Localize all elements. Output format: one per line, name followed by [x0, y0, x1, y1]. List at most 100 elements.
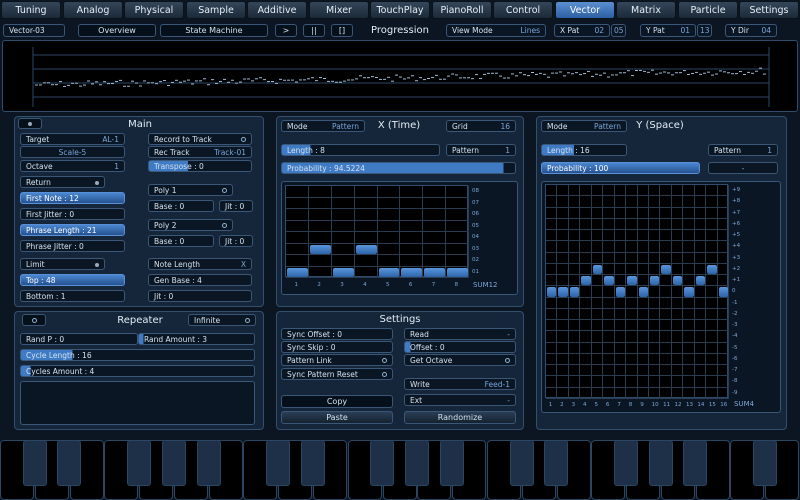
x-grid-cell[interactable] — [377, 220, 401, 232]
y-grid-cell[interactable] — [580, 320, 592, 332]
y-grid-cell[interactable] — [603, 241, 615, 253]
y-step[interactable] — [581, 276, 591, 286]
view-mode-select[interactable]: View Mode Lines — [446, 24, 546, 37]
x-grid-cell[interactable] — [286, 232, 309, 244]
x-grid-cell[interactable] — [446, 186, 469, 198]
y-grid-cell[interactable] — [683, 342, 695, 354]
x-step[interactable] — [378, 267, 400, 277]
y-grid-cell[interactable] — [694, 185, 707, 197]
black-key[interactable] — [614, 440, 638, 486]
y-grid-cell[interactable] — [660, 218, 672, 231]
y-grid-cell[interactable] — [683, 320, 695, 332]
y-grid-cell[interactable] — [580, 241, 592, 253]
y-grid-cell[interactable] — [660, 365, 672, 377]
y-grid-cell[interactable] — [580, 365, 592, 377]
y-grid-cell[interactable] — [683, 365, 695, 377]
y-probability-slider[interactable]: Probability : 100 — [541, 162, 700, 174]
black-key[interactable] — [370, 440, 394, 486]
y-grid-cell[interactable] — [546, 230, 558, 242]
x-step[interactable] — [355, 244, 377, 254]
y-grid-cell[interactable] — [626, 196, 638, 208]
y-grid-cell[interactable] — [603, 320, 615, 332]
tab-mixer[interactable]: Mixer — [309, 1, 369, 19]
y-grid-cell[interactable] — [660, 230, 672, 242]
y-grid-cell[interactable] — [546, 387, 558, 399]
black-key[interactable] — [23, 440, 47, 486]
y-grid-cell[interactable] — [694, 353, 707, 366]
y-grid-cell[interactable] — [557, 297, 569, 309]
x-grid-cell[interactable] — [423, 232, 447, 244]
y-grid-cell[interactable] — [568, 308, 581, 321]
y-grid-cell[interactable] — [614, 342, 627, 354]
y-grid-cell[interactable] — [671, 376, 684, 388]
y-grid-cell[interactable] — [546, 218, 558, 231]
y-grid-cell[interactable] — [717, 297, 729, 309]
y-grid-cell[interactable] — [557, 196, 569, 208]
y-step[interactable] — [707, 264, 717, 275]
y-grid-cell[interactable] — [568, 241, 581, 253]
octave-field[interactable]: Octave 1 — [20, 160, 125, 172]
y-grid-cell[interactable] — [660, 353, 672, 366]
y-grid-cell[interactable] — [557, 275, 569, 287]
y-grid-cell[interactable] — [614, 185, 627, 197]
first-note-slider[interactable]: First Note : 12 — [20, 192, 125, 204]
y-grid-cell[interactable] — [706, 196, 718, 208]
x-grid-cell[interactable] — [308, 255, 332, 267]
y-grid-cell[interactable] — [683, 185, 695, 197]
y-grid-cell[interactable] — [648, 185, 661, 197]
y-grid-cell[interactable] — [626, 342, 638, 354]
y-grid-cell[interactable] — [557, 263, 569, 276]
y-grid-cell[interactable] — [614, 297, 627, 309]
x-grid-cell[interactable] — [400, 243, 424, 255]
y-grid-cell[interactable] — [626, 218, 638, 231]
y-grid-cell[interactable] — [626, 376, 638, 388]
tab-physical[interactable]: Physical — [124, 1, 184, 19]
black-key[interactable] — [301, 440, 325, 486]
y-grid-cell[interactable] — [671, 331, 684, 343]
y-grid-cell[interactable] — [626, 263, 638, 276]
y-grid-cell[interactable] — [614, 196, 627, 208]
tab-matrix[interactable]: Matrix — [616, 1, 676, 19]
x-grid-cell[interactable] — [354, 197, 378, 209]
pause-button[interactable]: || — [303, 24, 325, 37]
y-grid-cell[interactable] — [694, 252, 707, 264]
y-grid-cell[interactable] — [694, 387, 707, 399]
y-grid-cell[interactable] — [637, 297, 649, 309]
y-grid-cell[interactable] — [546, 297, 558, 309]
y-grid-cell[interactable] — [648, 297, 661, 309]
y-step[interactable] — [627, 276, 637, 286]
tab-particle[interactable]: Particle — [678, 1, 738, 19]
y-grid-cell[interactable] — [648, 252, 661, 264]
y-grid-cell[interactable] — [694, 376, 707, 388]
y-grid-cell[interactable] — [683, 308, 695, 321]
y-grid-cell[interactable] — [580, 207, 592, 219]
y-grid-cell[interactable] — [706, 353, 718, 366]
y-grid-cell[interactable] — [603, 196, 615, 208]
y-grid-cell[interactable] — [557, 218, 569, 231]
sync-offset-slider[interactable]: Sync Offset : 0 — [281, 328, 393, 340]
y-grid-cell[interactable] — [580, 230, 592, 242]
y-grid-cell[interactable] — [706, 297, 718, 309]
poly2-base-slider[interactable]: Base : 0 — [148, 235, 214, 247]
y-grid-cell[interactable] — [648, 365, 661, 377]
x-grid-cell[interactable] — [377, 243, 401, 255]
y-grid-cell[interactable] — [546, 263, 558, 276]
y-grid-cell[interactable] — [660, 376, 672, 388]
y-grid-cell[interactable] — [648, 387, 661, 399]
y-grid-cell[interactable] — [546, 342, 558, 354]
y-grid-cell[interactable] — [671, 207, 684, 219]
x-grid-cell[interactable] — [354, 266, 378, 278]
y-grid-cell[interactable] — [626, 331, 638, 343]
x-pattern-select[interactable]: Pattern 1 — [446, 144, 516, 156]
x-grid-cell[interactable] — [377, 232, 401, 244]
x-grid-cell[interactable] — [331, 232, 355, 244]
y-grid-cell[interactable] — [717, 185, 729, 197]
play-button[interactable]: > — [275, 24, 297, 37]
x-grid-cell[interactable] — [308, 209, 332, 221]
x-grid-cell[interactable] — [423, 243, 447, 255]
pattern-link-toggle[interactable]: Pattern Link — [281, 354, 393, 366]
y-grid-cell[interactable] — [614, 263, 627, 276]
y-grid-cell[interactable] — [660, 320, 672, 332]
y-grid-cell[interactable] — [557, 342, 569, 354]
write-select[interactable]: Write Feed-1 — [404, 378, 516, 390]
